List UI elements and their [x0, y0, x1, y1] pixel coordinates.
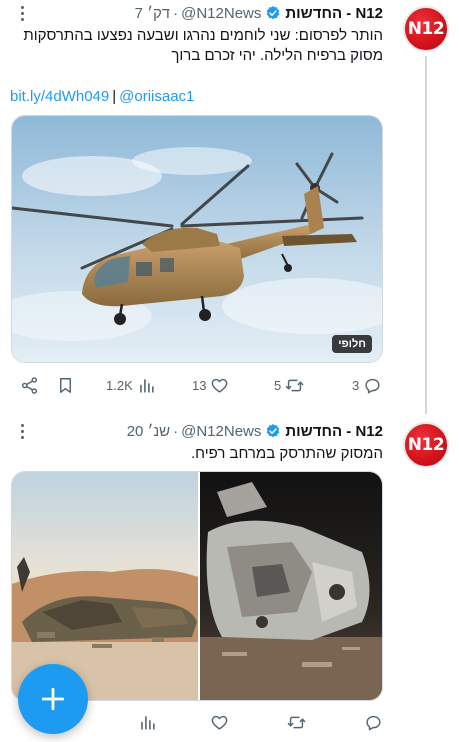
more-options-icon[interactable]: [14, 421, 30, 441]
short-link[interactable]: bit.ly/4dWh049: [10, 88, 109, 105]
avatar[interactable]: N12: [403, 422, 449, 468]
compose-tweet-button[interactable]: [18, 664, 88, 734]
tweet-media-image[interactable]: חלופי: [11, 115, 383, 363]
heart-icon: [211, 715, 228, 730]
like-button[interactable]: [206, 708, 229, 736]
share-button[interactable]: [20, 371, 39, 399]
like-count: 13: [192, 377, 207, 393]
views-icon: [141, 715, 155, 730]
tweet-header: החדשות - N12 @N12News · 7 דק׳: [10, 2, 383, 24]
bookmark-icon: [60, 377, 71, 393]
retweet-button[interactable]: [283, 708, 306, 736]
author-handle[interactable]: @N12News: [181, 5, 261, 22]
retweet-count: 5: [274, 377, 282, 393]
avatar[interactable]: N12: [403, 6, 449, 52]
tweet-actions: 1.2K 13 5 3: [8, 371, 388, 399]
views-count: 1.2K: [106, 377, 133, 393]
tweet-text-line: הותר לפרסום: שני לוחמים נהרגו ושבעה נפצע…: [23, 27, 383, 44]
author-handle[interactable]: @N12News: [181, 423, 261, 440]
verified-badge-icon: [267, 6, 280, 20]
tweet-text: הותר לפרסום: שני לוחמים נהרגו ושבעה נפצע…: [10, 26, 383, 66]
reply-icon: [365, 378, 380, 393]
tweet-text-line: מסוק ברפיח הלילה. יהי זכרם ברוך: [171, 47, 383, 64]
reply-button[interactable]: [360, 708, 383, 736]
plus-icon: [41, 687, 65, 711]
separator-dot: ·: [173, 422, 179, 440]
views-button[interactable]: 1.2K: [106, 371, 156, 399]
crash-site-images: [12, 472, 382, 700]
n12-logo: N12: [407, 19, 445, 39]
heart-icon: [212, 378, 228, 393]
mention-link[interactable]: @oriisaac1: [119, 88, 194, 105]
bookmark-button[interactable]: [56, 371, 75, 399]
tweet-links: bit.ly/4dWh049 | @oriisaac1: [10, 88, 194, 105]
tweet-header: החדשות - N12 @N12News · 20 שנ׳: [10, 420, 383, 442]
link-separator: |: [112, 88, 117, 105]
more-options-icon[interactable]: [14, 3, 30, 23]
reply-icon: [366, 715, 381, 730]
crash-photo-right: [200, 472, 382, 700]
author-name[interactable]: החדשות - N12: [285, 423, 383, 440]
like-button[interactable]: 13: [192, 371, 229, 399]
helicopter-image: [12, 116, 382, 362]
share-icon: [21, 376, 38, 394]
views-icon: [139, 378, 154, 393]
reply-button[interactable]: 3: [352, 371, 382, 399]
retweet-icon: [287, 716, 306, 728]
tweet-text-line: המסוק שהתרסק במרחב רפיח.: [190, 445, 383, 462]
views-button[interactable]: [134, 708, 157, 736]
retweet-icon: [285, 379, 304, 391]
tweet-text: המסוק שהתרסק במרחב רפיח.: [10, 444, 383, 464]
timestamp[interactable]: 20 שנ׳: [127, 423, 170, 440]
verified-badge-icon: [267, 424, 280, 438]
retweet-button[interactable]: 5: [274, 371, 304, 399]
tweet[interactable]: N12 החדשות - N12 @N12News · 7 דק׳ הותר ל…: [0, 0, 459, 404]
reply-count: 3: [352, 377, 360, 393]
timestamp[interactable]: 7 דק׳: [135, 5, 170, 22]
alt-text-badge[interactable]: חלופי: [332, 335, 372, 353]
separator-dot: ·: [173, 4, 179, 22]
thread-connector-line: [425, 56, 427, 414]
author-name[interactable]: החדשות - N12: [285, 5, 383, 22]
n12-logo: N12: [407, 435, 445, 455]
